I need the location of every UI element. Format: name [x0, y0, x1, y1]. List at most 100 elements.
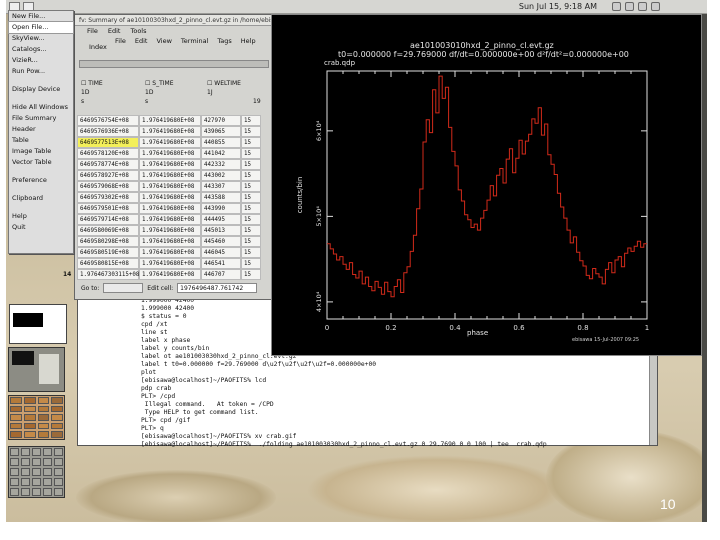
table-cell[interactable]: 15: [241, 170, 261, 181]
table-cell[interactable]: 1.976419680E+08: [139, 269, 201, 280]
battery-icon[interactable]: [651, 2, 660, 11]
table-cell[interactable]: 1.976419680E+08: [139, 148, 201, 159]
table-cell[interactable]: 15: [241, 225, 261, 236]
menu-item-image-table[interactable]: Image Table: [9, 146, 73, 157]
table-cell[interactable]: 442332: [201, 159, 241, 170]
table-cell[interactable]: 6469580815E+08: [77, 258, 139, 269]
table-cell[interactable]: 440855: [201, 137, 241, 148]
table-cell[interactable]: 443588: [201, 192, 241, 203]
menu-item-catalogs[interactable]: Catalogs...: [9, 44, 73, 55]
menu-file-2[interactable]: File: [115, 37, 126, 46]
menu-item-hide-all-windows[interactable]: Hide All Windows: [9, 102, 73, 113]
update-icon[interactable]: [638, 2, 647, 11]
table-cell[interactable]: 15: [241, 203, 261, 214]
fv-table-window[interactable]: fv: Summary of ae10100303hxd_2_pinno_cl.…: [63, 14, 274, 300]
panel-clock[interactable]: Sun Jul 15, 9:18 AM: [519, 2, 597, 11]
table-cell[interactable]: 1.976419680E+08: [139, 159, 201, 170]
table-cell[interactable]: 445013: [201, 225, 241, 236]
table-cell[interactable]: 15: [241, 126, 261, 137]
table-cell[interactable]: 6469579501E+08: [77, 203, 139, 214]
menu-item-display-device[interactable]: Display Device: [9, 84, 73, 95]
menu-help[interactable]: Help: [241, 37, 256, 46]
table-cell[interactable]: 1.976419680E+08: [139, 170, 201, 181]
volume-icon[interactable]: [612, 2, 621, 11]
table-cell[interactable]: 439065: [201, 126, 241, 137]
menu-view[interactable]: View: [156, 37, 171, 46]
table-cell[interactable]: 6469579714E+08: [77, 214, 139, 225]
table-cell[interactable]: 6469578120E+08: [77, 148, 139, 159]
menu-item-preference[interactable]: Preference: [9, 175, 73, 186]
table-cell[interactable]: 1.976419680E+08: [139, 247, 201, 258]
column-header-time[interactable]: ☐ TIME 1D s: [75, 79, 139, 113]
table-cell[interactable]: 1.976419680E+08: [139, 236, 201, 247]
menu-file[interactable]: File: [87, 26, 98, 37]
table-cell[interactable]: 15: [241, 137, 261, 148]
menu-item-clipboard[interactable]: Clipboard: [9, 193, 73, 204]
table-cell[interactable]: 6469579068E+08: [77, 181, 139, 192]
table-cell[interactable]: 446045: [201, 247, 241, 258]
menu-terminal[interactable]: Terminal: [181, 37, 208, 46]
table-cell[interactable]: 441042: [201, 148, 241, 159]
menu-item-new-file[interactable]: New File...: [9, 11, 73, 22]
table-cell[interactable]: 15: [241, 247, 261, 258]
menu-tools[interactable]: Tools: [130, 26, 146, 37]
table-cell[interactable]: 443002: [201, 170, 241, 181]
table-cell[interactable]: 446541: [201, 258, 241, 269]
table-cell[interactable]: 1.976419680E+08: [139, 181, 201, 192]
menu-item-vector-table[interactable]: Vector Table: [9, 157, 73, 168]
table-cell[interactable]: 445460: [201, 236, 241, 247]
table-cell[interactable]: 15: [241, 148, 261, 159]
menu-item-vizier[interactable]: VizieR...: [9, 55, 73, 66]
table-cell[interactable]: 6469577513E+08: [77, 137, 139, 148]
workspace-thumbnail-1[interactable]: [8, 347, 65, 392]
table-cell[interactable]: 6469579302E+08: [77, 192, 139, 203]
menu-item-quit[interactable]: Quit: [9, 222, 73, 233]
table-cell[interactable]: 6469580298E+08: [77, 236, 139, 247]
menu-item-table[interactable]: Table: [9, 135, 73, 146]
goto-input[interactable]: [103, 283, 144, 293]
table-cell[interactable]: 444495: [201, 214, 241, 225]
small-window[interactable]: [9, 304, 67, 344]
workspace-thumbnail-2[interactable]: [8, 395, 65, 440]
table-cell[interactable]: 443990: [201, 203, 241, 214]
menu-item-header[interactable]: Header: [9, 124, 73, 135]
table-cell[interactable]: 15: [241, 258, 261, 269]
fv-main-menu[interactable]: New File... Open File... SkyView... Catalog…: [8, 10, 74, 254]
table-cell[interactable]: 446707: [201, 269, 241, 280]
table-cell[interactable]: 1.976467303115+08: [77, 269, 139, 280]
menu-item-open-file[interactable]: Open File...: [8, 21, 74, 34]
menu-edit[interactable]: Edit: [108, 26, 121, 37]
menu-tags[interactable]: Tags: [217, 37, 231, 46]
menu-item-skyview[interactable]: SkyView...: [9, 33, 73, 44]
table-cell[interactable]: 15: [241, 192, 261, 203]
edit-cell-input[interactable]: 1976496487.761742: [177, 283, 258, 293]
table-cell[interactable]: 1.976419680E+08: [139, 126, 201, 137]
table-cell[interactable]: 1.976419680E+08: [139, 258, 201, 269]
table-cell[interactable]: 15: [241, 159, 261, 170]
table-cell[interactable]: 6469580519E+08: [77, 247, 139, 258]
column-header-weltime[interactable]: ☐ WELTIME 1J: [201, 79, 247, 113]
table-cell[interactable]: 1.976419680E+08: [139, 115, 201, 126]
table-cell[interactable]: 1.976419680E+08: [139, 214, 201, 225]
table-cell[interactable]: 15: [241, 115, 261, 126]
table-cell[interactable]: 427970: [201, 115, 241, 126]
table-cell[interactable]: 15: [241, 236, 261, 247]
table-cell[interactable]: 6469576936E+08: [77, 126, 139, 137]
table-cell[interactable]: 15: [241, 181, 261, 192]
table-cell[interactable]: 1.976419680E+08: [139, 203, 201, 214]
plot-window[interactable]: 0 0.2 0.4 0.6 0.8 1 4×10⁴ 5×10⁴ 6×10⁴ counts/bin …: [271, 14, 702, 356]
table-cell[interactable]: 15: [241, 269, 261, 280]
table-cell[interactable]: 1.976419680E+08: [139, 225, 201, 236]
table-cell[interactable]: 15: [241, 214, 261, 225]
menu-item-file-summary[interactable]: File Summary: [9, 113, 73, 124]
table-cell[interactable]: 6469580069E+08: [77, 225, 139, 236]
table-cell[interactable]: 443307: [201, 181, 241, 192]
table-cell[interactable]: 1.976419680E+08: [139, 137, 201, 148]
menu-item-run-pow[interactable]: Run Pow...: [9, 66, 73, 77]
network-icon[interactable]: [625, 2, 634, 11]
menu-edit-2[interactable]: Edit: [135, 37, 148, 46]
table-cell[interactable]: 6469578774E+08: [77, 159, 139, 170]
workspace-thumbnail-3[interactable]: [8, 446, 65, 498]
column-header-stime[interactable]: ☐ S_TIME 1D s: [139, 79, 201, 113]
column-header-extra[interactable]: 19: [247, 79, 273, 113]
